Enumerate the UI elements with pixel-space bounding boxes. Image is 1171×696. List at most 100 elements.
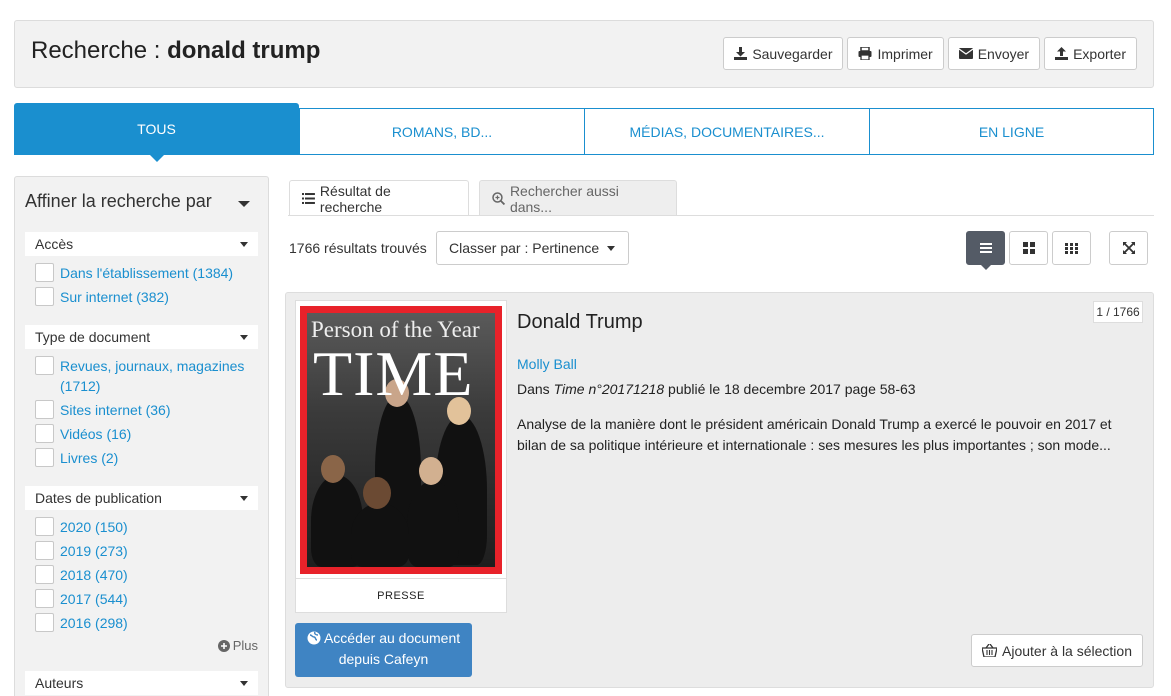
facet-option-label[interactable]: Sites internet (36) (60, 400, 171, 420)
result-author[interactable]: Molly Ball (517, 356, 577, 372)
grid-small-icon (1065, 242, 1078, 254)
search-plus-icon (492, 192, 505, 205)
result-counter: 1 / 1766 (1093, 301, 1143, 323)
checkbox[interactable] (35, 424, 54, 443)
facet-option-label[interactable]: 2019 (273) (60, 541, 128, 561)
print-button[interactable]: Imprimer (847, 37, 944, 70)
facet-dates-label: Dates de publication (35, 490, 162, 506)
facet-option-label[interactable]: Livres (2) (60, 448, 118, 468)
facet-dates[interactable]: Dates de publication (25, 486, 258, 510)
facet-authors-label: Auteurs (35, 675, 84, 691)
chevron-down-icon (240, 681, 248, 686)
facet-option-label[interactable]: 2018 (470) (60, 565, 128, 585)
facet-option-label[interactable]: 2020 (150) (60, 517, 128, 537)
view-grid-small-button[interactable] (1052, 231, 1091, 265)
tab-online-label: EN LIGNE (978, 123, 1045, 140)
tab-online[interactable]: EN LIGNE (869, 108, 1154, 155)
tab-search-results-label: Résultat de recherche (319, 182, 391, 215)
facet-access-label: Accès (35, 236, 74, 252)
divider (288, 215, 1154, 216)
chevron-down-icon[interactable] (238, 201, 250, 207)
tab-search-also[interactable]: Rechercher aussi dans... (479, 180, 677, 216)
send-button[interactable]: Envoyer (947, 37, 1041, 70)
facet-option[interactable]: Sur internet (382) (35, 287, 169, 307)
result-source: Dans Time n°20171218 publié le 18 decemb… (517, 381, 916, 397)
plus-circle-icon (217, 639, 230, 652)
checkbox[interactable] (35, 356, 54, 375)
facet-option[interactable]: 2018 (470) (35, 565, 128, 585)
sort-label: Classer par : Pertinence (449, 240, 600, 256)
facet-option[interactable]: Sites internet (36) (35, 400, 171, 420)
checkbox[interactable] (35, 448, 54, 467)
chevron-down-icon (240, 496, 248, 501)
search-label: Recherche : (31, 37, 168, 64)
facet-option[interactable]: Livres (2) (35, 448, 118, 468)
facet-doctype[interactable]: Type de document (25, 325, 258, 349)
expand-icon (1122, 242, 1135, 254)
tab-novels[interactable]: ROMANS, BD... (299, 108, 585, 155)
cover-figure (407, 481, 459, 567)
result-title[interactable]: Donald Trump (517, 311, 643, 334)
facet-authors[interactable]: Auteurs (25, 671, 258, 695)
source-suffix: publié le 18 decembre 2017 page 58-63 (664, 381, 916, 397)
sidebar-title[interactable]: Affiner la recherche par (25, 191, 212, 212)
facet-option-label[interactable]: Revues, journaux, magazines (1712) (60, 356, 250, 396)
checkbox[interactable] (35, 263, 54, 282)
cover-logo: TIME (313, 338, 474, 409)
facet-option[interactable]: 2019 (273) (35, 541, 128, 561)
sort-dropdown[interactable]: Classer par : Pertinence (436, 231, 629, 265)
tab-all[interactable]: TOUS (14, 103, 299, 162)
doc-type-label: PRESSE (296, 578, 506, 612)
facet-option-label[interactable]: 2016 (298) (60, 613, 128, 633)
more-link[interactable]: Plus (217, 638, 258, 653)
print-icon (858, 47, 872, 60)
facet-option-label[interactable]: Sur internet (382) (60, 287, 169, 307)
fullscreen-button[interactable] (1109, 231, 1148, 265)
refine-sidebar: Affiner la recherche par Accès Dans l'ét… (14, 176, 269, 696)
tab-search-also-label: Rechercher aussi dans... (509, 182, 619, 215)
add-to-selection-button[interactable]: Ajouter à la sélection (971, 634, 1143, 667)
more-label: Plus (232, 638, 258, 653)
checkbox[interactable] (35, 517, 54, 536)
checkbox[interactable] (35, 541, 54, 560)
list-icon (302, 193, 315, 204)
facet-option[interactable]: Dans l'établissement (1384) (35, 263, 233, 283)
checkbox[interactable] (35, 565, 54, 584)
action-toolbar: Sauvegarder Imprimer Envoyer Exporter (723, 37, 1137, 70)
checkbox[interactable] (35, 613, 54, 632)
tab-all-label: TOUS (137, 121, 176, 137)
page-title: Recherche : donald trump (31, 37, 320, 65)
access-document-button[interactable]: Accéder au document depuis Cafeyn (295, 623, 472, 677)
tab-search-results[interactable]: Résultat de recherche (289, 180, 469, 216)
facet-option-label[interactable]: Vidéos (16) (60, 424, 131, 444)
view-list-button[interactable] (966, 231, 1005, 270)
facet-doctype-label: Type de document (35, 329, 151, 345)
upload-icon (1055, 47, 1069, 60)
facet-option-label[interactable]: 2017 (544) (60, 589, 128, 609)
add-to-selection-label: Ajouter à la sélection (1002, 642, 1132, 659)
chevron-down-icon (240, 242, 248, 247)
magazine-cover[interactable]: Person of the Year TIME (300, 306, 502, 574)
facet-option[interactable]: Revues, journaux, magazines (1712) (35, 356, 250, 396)
facet-option-label[interactable]: Dans l'établissement (1384) (60, 263, 233, 283)
checkbox[interactable] (35, 400, 54, 419)
download-icon (734, 47, 748, 60)
cover-frame[interactable]: Person of the Year TIME PRESSE (295, 300, 507, 613)
export-button[interactable]: Exporter (1044, 37, 1137, 70)
facet-option[interactable]: Vidéos (16) (35, 424, 131, 444)
results-count: 1766 résultats trouvés (289, 240, 427, 256)
facet-option[interactable]: 2017 (544) (35, 589, 128, 609)
save-button[interactable]: Sauvegarder (723, 37, 844, 70)
checkbox[interactable] (35, 287, 54, 306)
grid-large-icon (1022, 242, 1035, 254)
tab-media[interactable]: MÉDIAS, DOCUMENTAIRES... (584, 108, 870, 155)
globe-icon (307, 631, 321, 645)
tab-media-label: MÉDIAS, DOCUMENTAIRES... (629, 123, 825, 140)
chevron-down-icon (607, 245, 616, 251)
cover-image: Person of the Year TIME (307, 313, 495, 567)
facet-access[interactable]: Accès (25, 232, 258, 256)
facet-option[interactable]: 2020 (150) (35, 517, 128, 537)
view-grid-large-button[interactable] (1009, 231, 1048, 265)
facet-option[interactable]: 2016 (298) (35, 613, 128, 633)
checkbox[interactable] (35, 589, 54, 608)
